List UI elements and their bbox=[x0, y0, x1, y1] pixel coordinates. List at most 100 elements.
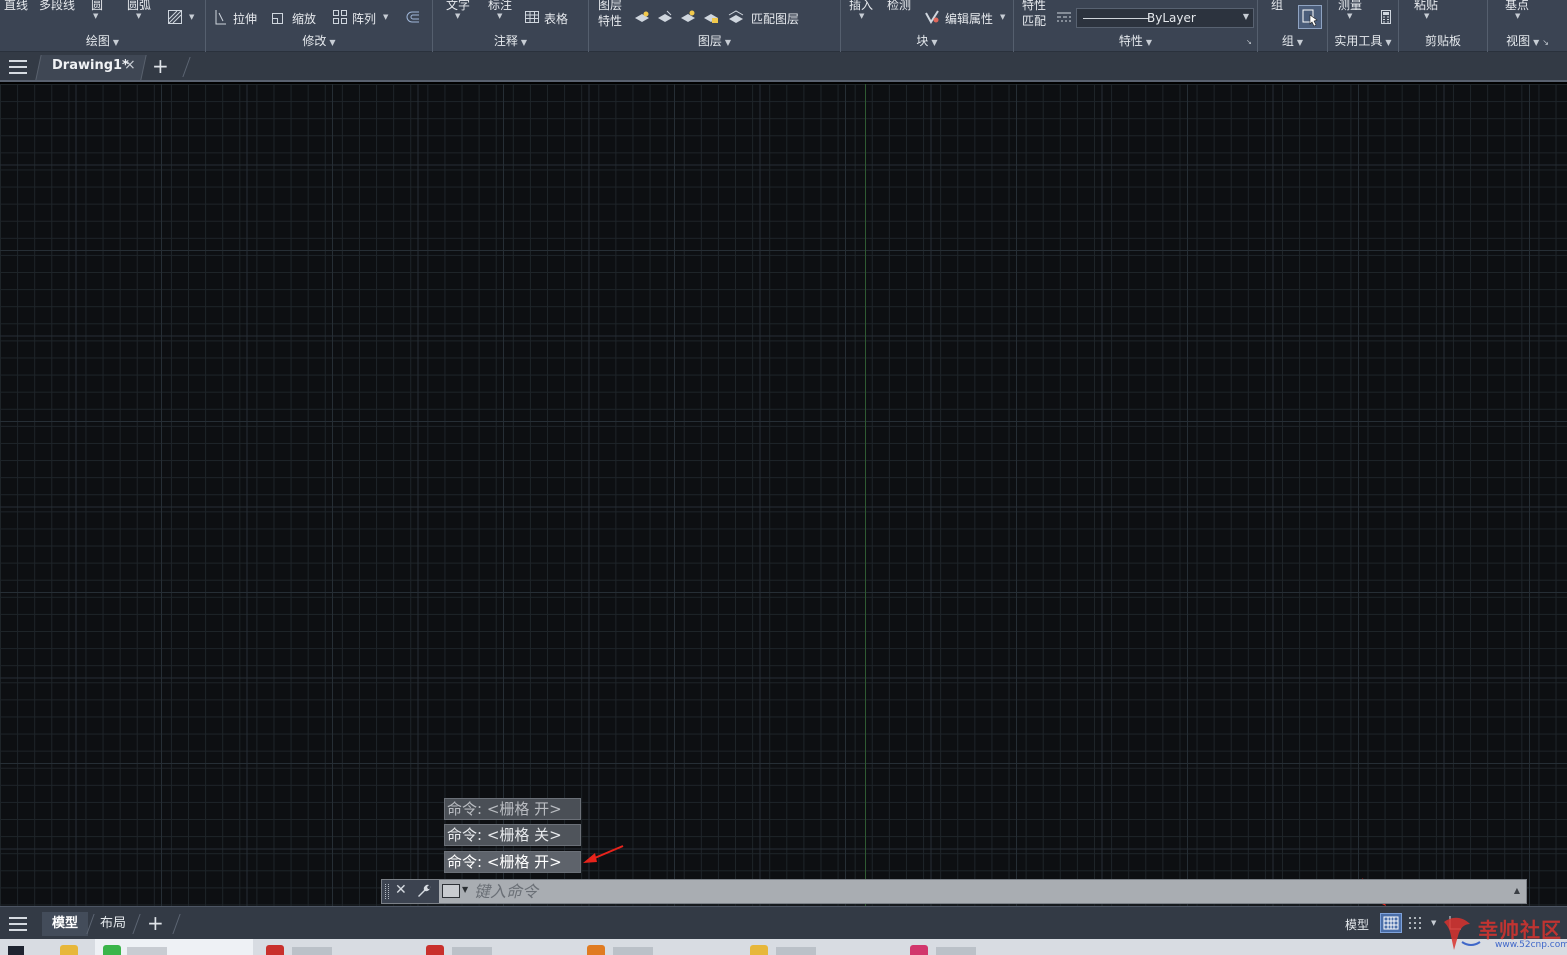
drawing-canvas[interactable] bbox=[0, 84, 1567, 906]
line-button[interactable]: 直线 bbox=[4, 0, 28, 13]
status-bar: 模型 布局 + 模型 ▼ bbox=[0, 906, 1567, 939]
layers-panel: 图层 特性 匹配图层 图层 ▼ bbox=[589, 0, 841, 52]
group-select-button[interactable] bbox=[1298, 5, 1322, 29]
y-axis-line bbox=[865, 84, 866, 906]
array-dropdown-icon[interactable]: ▼ bbox=[383, 13, 388, 21]
os-taskbar bbox=[0, 939, 1567, 955]
snap-dropdown-icon[interactable]: ▼ bbox=[1431, 919, 1436, 927]
document-tab-bar bbox=[0, 52, 1567, 82]
layout-menu-icon[interactable] bbox=[9, 917, 27, 931]
autocad-icon[interactable] bbox=[426, 945, 444, 955]
autocad-icon[interactable] bbox=[266, 945, 284, 955]
start-icon[interactable] bbox=[8, 946, 24, 955]
taskbar-label-placeholder bbox=[613, 947, 653, 955]
tab-drawing1-label[interactable]: Drawing1* bbox=[52, 58, 129, 73]
grid-icon bbox=[1383, 916, 1399, 930]
linetype-value: ByLayer bbox=[1147, 11, 1196, 25]
chevron-up-icon[interactable]: ▲ bbox=[1514, 886, 1520, 895]
command-history-line: 命令: <栅格 开> bbox=[444, 851, 581, 873]
recent-commands-icon[interactable] bbox=[442, 884, 460, 898]
layer-freeze-icon[interactable] bbox=[680, 9, 696, 25]
array-button[interactable]: 阵列 bbox=[352, 10, 376, 27]
taskbar-label-placeholder bbox=[776, 947, 816, 955]
groups-panel-label[interactable]: 组 ▼ bbox=[1258, 32, 1327, 49]
block-panel-label[interactable]: 块 ▼ bbox=[841, 32, 1013, 49]
edit-attributes-button[interactable]: 编辑属性 bbox=[945, 10, 993, 27]
app-icon[interactable] bbox=[587, 945, 605, 955]
wrench-icon[interactable] bbox=[416, 883, 432, 902]
chevron-down-icon[interactable]: ▼ bbox=[462, 885, 468, 894]
layer-isolate-icon[interactable] bbox=[657, 9, 673, 25]
clipboard-panel-label[interactable]: 剪贴板 bbox=[1399, 32, 1487, 49]
measure-dropdown-icon[interactable]: ▼ bbox=[1347, 12, 1352, 20]
copy-icon[interactable]: ─ bbox=[1458, 0, 1465, 6]
circle-dropdown-icon[interactable]: ▼ bbox=[93, 12, 98, 20]
chevron-down-icon: ▼ bbox=[1242, 12, 1249, 21]
draw-panel-label[interactable]: 绘图 ▼ bbox=[0, 32, 205, 49]
taskbar-app-active[interactable] bbox=[95, 939, 253, 955]
app-icon[interactable] bbox=[910, 945, 928, 955]
taskbar-label-placeholder bbox=[127, 947, 167, 955]
annotation-panel-label[interactable]: 注释 ▼ bbox=[433, 32, 588, 49]
layer-properties-button-line2[interactable]: 特性 bbox=[598, 12, 622, 29]
utilities-panel-label[interactable]: 实用工具 ▼ bbox=[1328, 32, 1398, 49]
match-layer-icon bbox=[728, 9, 744, 25]
close-icon[interactable]: × bbox=[124, 57, 136, 73]
tab-divider bbox=[132, 914, 141, 934]
tab-model[interactable]: 模型 bbox=[42, 912, 89, 936]
new-layout-icon[interactable]: + bbox=[147, 913, 164, 933]
dimension-dropdown-icon[interactable]: ▼ bbox=[497, 12, 502, 20]
grid-toggle-button[interactable] bbox=[1380, 913, 1402, 933]
close-icon[interactable]: ✕ bbox=[395, 882, 407, 898]
group-select-icon bbox=[1302, 9, 1318, 27]
layers-panel-label[interactable]: 图层 ▼ bbox=[589, 32, 840, 49]
linetype-icon bbox=[1056, 10, 1072, 26]
new-tab-icon[interactable]: + bbox=[152, 56, 169, 76]
block-panel: 插入 ▼ 检测 编辑属性 ▼ 块 ▼ bbox=[841, 0, 1014, 52]
tab-divider bbox=[182, 57, 191, 77]
properties-launcher-icon[interactable]: ↘ bbox=[1246, 38, 1252, 46]
command-history-line: 命令: <栅格 开> bbox=[444, 798, 581, 820]
paste-dropdown-icon[interactable]: ▼ bbox=[1424, 12, 1429, 20]
modify-panel-label[interactable]: 修改 ▼ bbox=[206, 32, 432, 49]
edit-attributes-icon bbox=[924, 9, 940, 25]
drag-handle-icon[interactable] bbox=[385, 884, 389, 899]
stretch-button[interactable]: 拉伸 bbox=[233, 10, 257, 27]
detect-button[interactable]: 检测 bbox=[887, 0, 911, 13]
properties-panel-label[interactable]: 特性 ▼ bbox=[1014, 32, 1257, 49]
command-line-handle: ✕ bbox=[382, 880, 439, 903]
match-properties-button-line2[interactable]: 匹配 bbox=[1022, 12, 1046, 29]
base-dropdown-icon[interactable]: ▼ bbox=[1515, 12, 1520, 20]
hatch-dropdown-icon[interactable]: ▼ bbox=[189, 13, 194, 21]
scale-icon bbox=[271, 9, 287, 25]
command-input[interactable] bbox=[474, 881, 1504, 902]
edit-attributes-dropdown-icon[interactable]: ▼ bbox=[1000, 13, 1005, 21]
stretch-icon bbox=[213, 9, 229, 25]
watermark-text: 幸帅社区 bbox=[1478, 918, 1562, 942]
offset-icon[interactable] bbox=[405, 9, 421, 25]
modify-panel: 拉伸 缩放 阵列 ▼ 修改 ▼ bbox=[206, 0, 433, 52]
view-panel-label[interactable]: 视图 ▼ ↘ bbox=[1488, 32, 1567, 49]
model-space-button[interactable]: 模型 bbox=[1345, 916, 1369, 933]
browser-icon[interactable] bbox=[60, 945, 78, 955]
table-button[interactable]: 表格 bbox=[544, 10, 568, 27]
taskbar-label-placeholder bbox=[452, 947, 492, 955]
linetype-dropdown[interactable]: ByLayer ▼ bbox=[1076, 8, 1254, 28]
hatch-icon[interactable] bbox=[167, 9, 183, 25]
layer-on-icon[interactable] bbox=[634, 9, 650, 25]
match-layer-button[interactable]: 匹配图层 bbox=[751, 10, 799, 27]
browser-icon[interactable] bbox=[750, 945, 768, 955]
text-dropdown-icon[interactable]: ▼ bbox=[455, 12, 460, 20]
group-button[interactable]: 组 bbox=[1271, 0, 1283, 13]
calculator-icon[interactable] bbox=[1378, 9, 1394, 25]
insert-dropdown-icon[interactable]: ▼ bbox=[859, 12, 864, 20]
snap-icon[interactable] bbox=[1407, 915, 1423, 934]
arc-dropdown-icon[interactable]: ▼ bbox=[136, 12, 141, 20]
menu-icon[interactable] bbox=[9, 60, 27, 74]
linetype-preview bbox=[1083, 18, 1149, 19]
taskbar-label-placeholder bbox=[292, 947, 332, 955]
tab-layout[interactable]: 布局 bbox=[100, 912, 126, 936]
polyline-button[interactable]: 多段线 bbox=[39, 0, 75, 13]
scale-button[interactable]: 缩放 bbox=[292, 10, 316, 27]
layer-lock-icon[interactable] bbox=[703, 9, 719, 25]
